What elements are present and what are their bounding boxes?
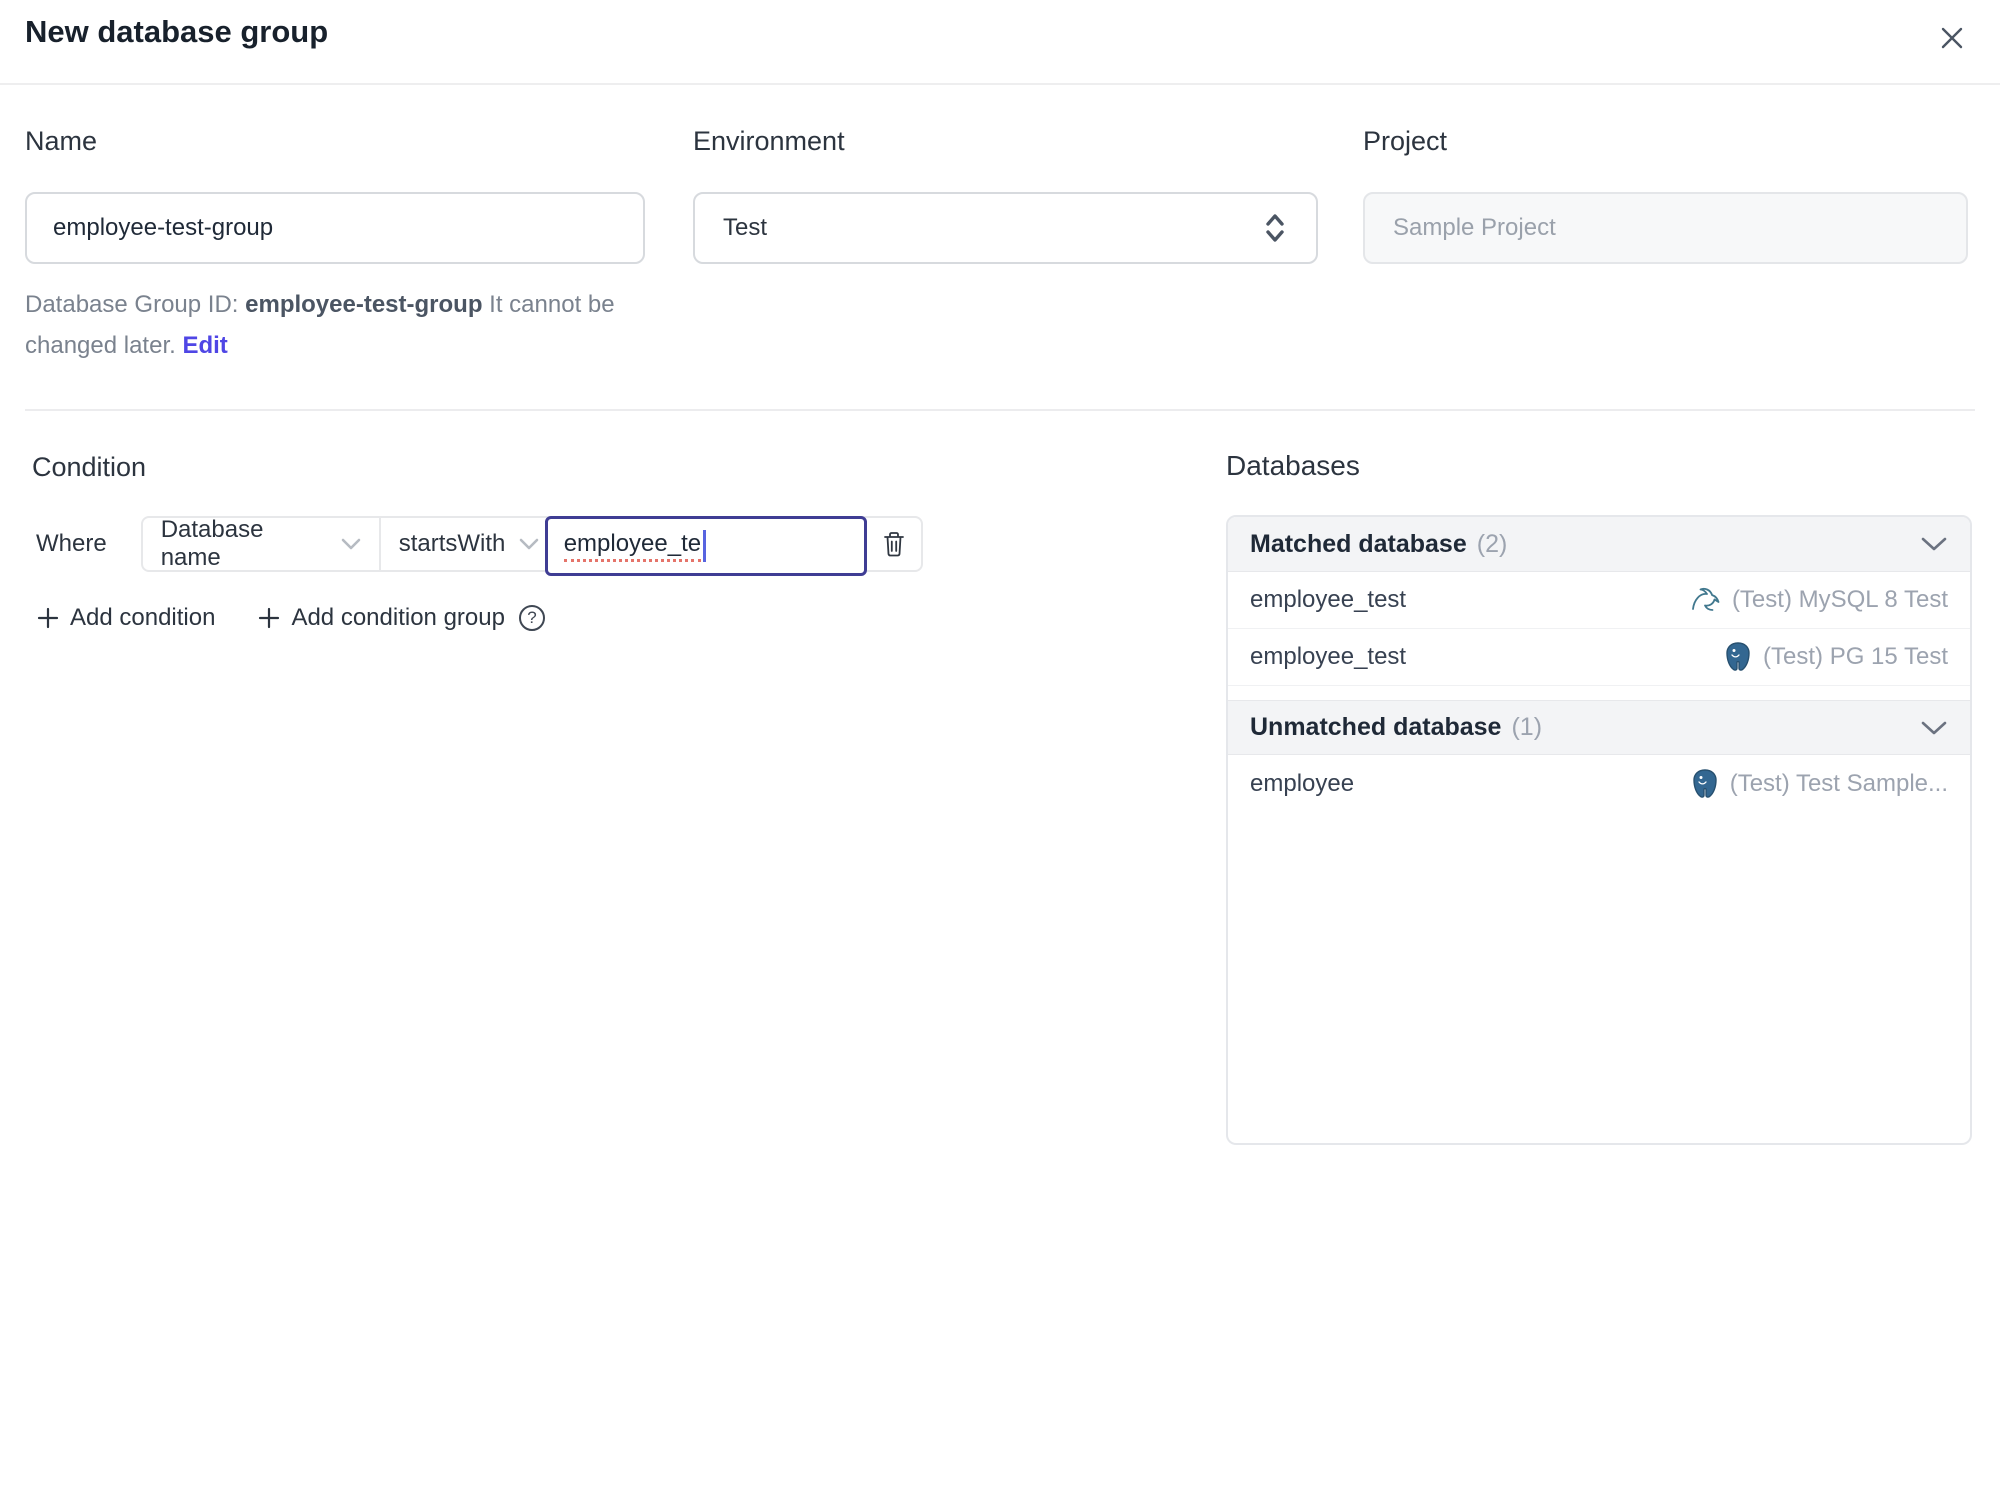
condition-expression-group: Database name startsWith employee_te bbox=[140, 516, 923, 576]
add-condition-label: Add condition bbox=[70, 604, 216, 631]
database-row[interactable]: employee_test (Test) PG 15 Test bbox=[1228, 629, 1970, 686]
database-row[interactable]: employee_test (Test) MySQL 8 Test bbox=[1228, 572, 1970, 629]
instance-label: (Test) Test Sample... bbox=[1729, 769, 1948, 797]
database-name: employee bbox=[1250, 769, 1355, 797]
close-icon bbox=[1937, 23, 1967, 53]
matched-database-count: (2) bbox=[1476, 529, 1508, 558]
condition-actions: Add condition Add condition group ? bbox=[36, 604, 545, 632]
operator-select[interactable]: startsWith bbox=[381, 518, 547, 570]
database-name: employee_test bbox=[1250, 643, 1407, 670]
factor-select-value: Database name bbox=[160, 516, 264, 571]
unmatched-database-label: Unmatched database bbox=[1250, 713, 1502, 741]
select-updown-icon bbox=[1262, 211, 1288, 245]
project-label: Project bbox=[1363, 126, 1448, 156]
project-field: Sample Project bbox=[1363, 192, 1968, 264]
database-row[interactable]: employee (Test) Test Sample... bbox=[1228, 755, 1970, 812]
chevron-down-icon bbox=[1920, 536, 1948, 552]
condition-title: Condition bbox=[32, 452, 147, 482]
name-label: Name bbox=[25, 126, 98, 156]
instance-info: (Test) MySQL 8 Test bbox=[1690, 585, 1948, 615]
trash-icon bbox=[881, 530, 907, 558]
group-id-note-prefix: Database Group ID: bbox=[25, 291, 246, 318]
databases-title: Databases bbox=[1226, 450, 1360, 481]
mysql-icon bbox=[1690, 585, 1722, 615]
databases-panel: Matched database (2) employee_test (Test… bbox=[1226, 515, 1972, 1145]
environment-label: Environment bbox=[693, 126, 845, 156]
unmatched-database-count: (1) bbox=[1511, 713, 1543, 741]
chevron-down-icon bbox=[341, 538, 361, 550]
instance-info: (Test) Test Sample... bbox=[1690, 768, 1948, 800]
instance-info: (Test) PG 15 Test bbox=[1723, 641, 1948, 673]
where-label: Where bbox=[36, 530, 107, 557]
condition-value-text: employee_te bbox=[563, 530, 702, 562]
add-condition-group-button[interactable]: Add condition group bbox=[257, 604, 505, 632]
group-id-note: Database Group ID: employee-test-group I… bbox=[25, 284, 665, 366]
new-database-group-dialog: New database group Name employee-test-gr… bbox=[0, 0, 2000, 1500]
environment-select-value: Test bbox=[723, 214, 768, 241]
add-condition-button[interactable]: Add condition bbox=[36, 604, 215, 632]
section-divider bbox=[25, 409, 1975, 411]
add-condition-group-label: Add condition group bbox=[291, 604, 505, 631]
chevron-down-icon bbox=[1920, 720, 1948, 736]
factor-select[interactable]: Database name bbox=[143, 516, 381, 571]
section-gap bbox=[1228, 686, 1970, 700]
environment-select[interactable]: Test bbox=[693, 192, 1318, 264]
dialog-title: New database group bbox=[25, 14, 329, 49]
condition-row: Where Database name startsWith employee_… bbox=[36, 516, 923, 576]
matched-database-header[interactable]: Matched database (2) bbox=[1228, 517, 1970, 572]
postgres-icon bbox=[1690, 768, 1720, 800]
dialog-header: New database group bbox=[0, 0, 2000, 85]
help-icon[interactable]: ? bbox=[518, 605, 545, 631]
postgres-icon bbox=[1723, 641, 1753, 673]
plus-icon bbox=[36, 606, 60, 630]
operator-select-value: startsWith bbox=[398, 530, 506, 557]
condition-value-input[interactable]: employee_te bbox=[544, 516, 867, 576]
instance-label: (Test) PG 15 Test bbox=[1763, 643, 1948, 670]
plus-icon bbox=[257, 606, 281, 630]
chevron-down-icon bbox=[519, 538, 539, 550]
name-input-value: employee-test-group bbox=[53, 214, 274, 241]
name-input[interactable]: employee-test-group bbox=[25, 192, 645, 264]
delete-condition-button[interactable] bbox=[867, 518, 921, 570]
database-name: employee_test bbox=[1250, 586, 1407, 613]
group-id-value: employee-test-group bbox=[245, 291, 483, 318]
instance-label: (Test) MySQL 8 Test bbox=[1731, 586, 1948, 613]
edit-link[interactable]: Edit bbox=[182, 332, 227, 359]
project-field-value: Sample Project bbox=[1393, 214, 1556, 241]
matched-database-label: Matched database bbox=[1250, 529, 1467, 558]
unmatched-database-header[interactable]: Unmatched database (1) bbox=[1228, 700, 1970, 755]
close-button[interactable] bbox=[1932, 18, 1972, 58]
text-cursor bbox=[703, 530, 707, 562]
